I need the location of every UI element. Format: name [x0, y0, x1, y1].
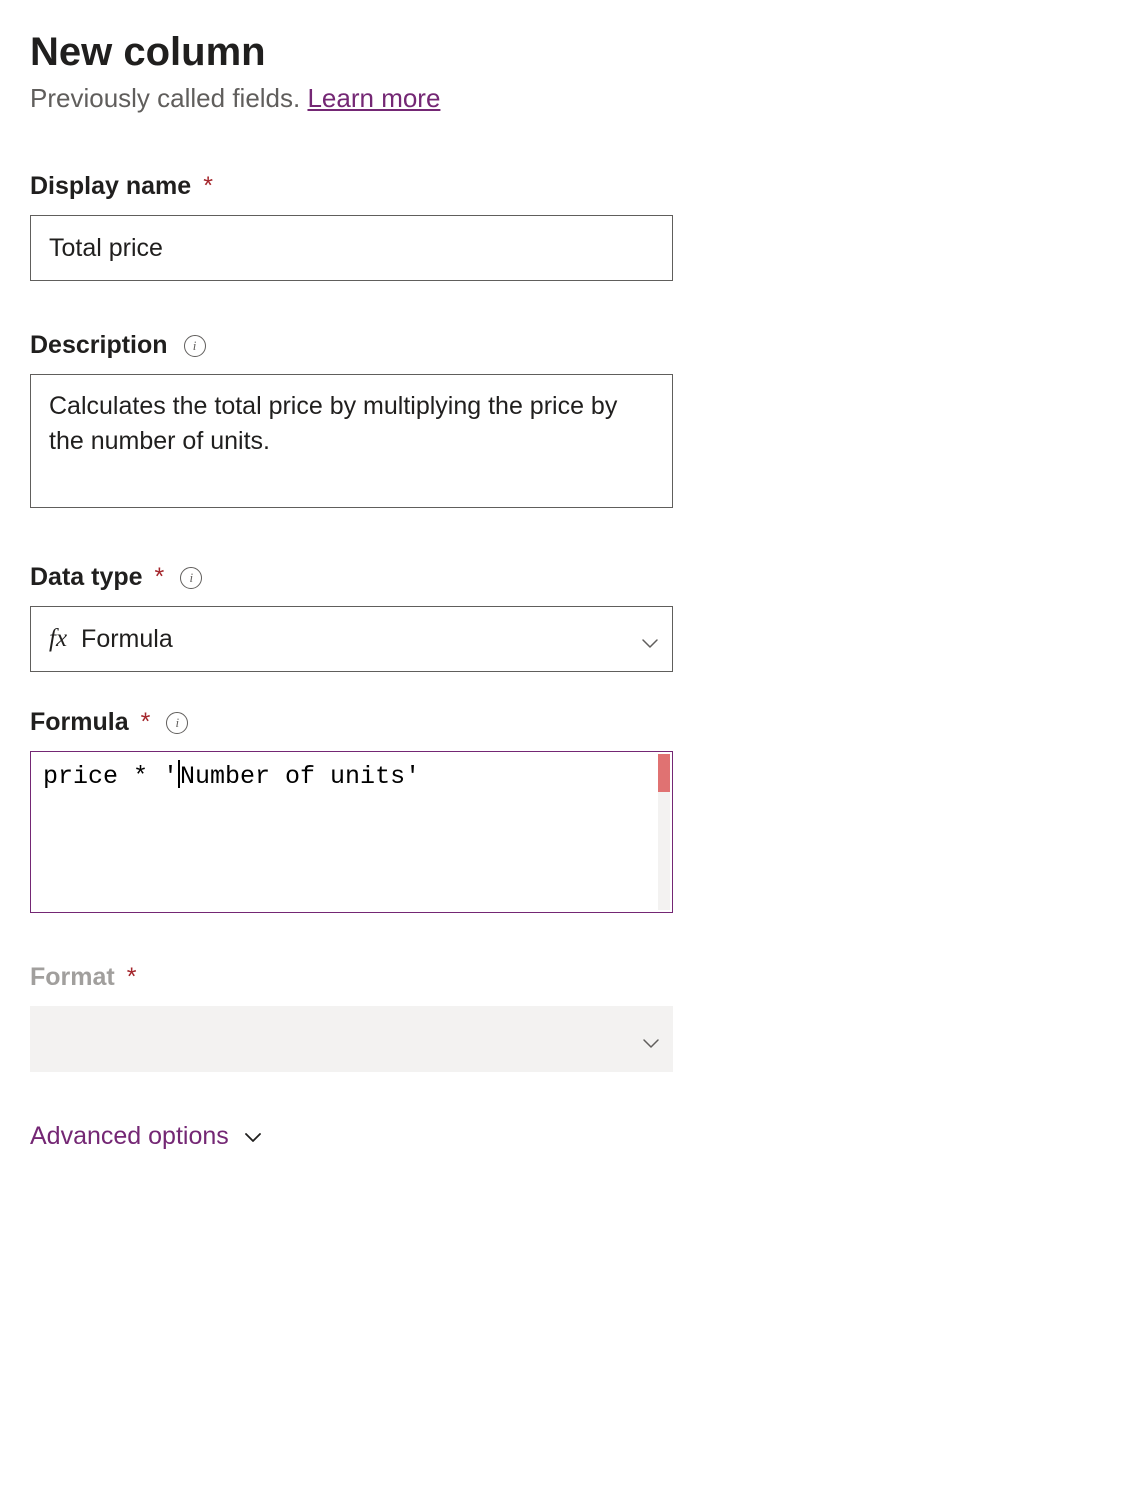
- data-type-label-row: Data type * i: [30, 563, 1110, 592]
- info-icon[interactable]: i: [180, 567, 202, 589]
- scrollbar-thumb[interactable]: [658, 754, 670, 792]
- data-type-select[interactable]: fx Formula: [30, 606, 673, 672]
- display-name-label-row: Display name *: [30, 172, 1110, 201]
- required-indicator: *: [203, 172, 213, 201]
- info-icon[interactable]: i: [184, 335, 206, 357]
- display-name-group: Display name *: [30, 172, 1110, 281]
- formula-group: Formula * i price * 'Number of units': [30, 708, 1110, 913]
- text-cursor: [178, 760, 180, 788]
- description-label: Description: [30, 331, 168, 360]
- required-indicator: *: [127, 963, 137, 992]
- data-type-label: Data type: [30, 563, 143, 592]
- fx-icon: fx: [49, 625, 67, 653]
- subtitle-text: Previously called fields.: [30, 83, 300, 113]
- format-select[interactable]: [30, 1006, 673, 1072]
- formula-label: Formula: [30, 708, 129, 737]
- chevron-down-icon: [241, 1125, 265, 1149]
- format-label: Format: [30, 963, 115, 992]
- chevron-down-icon: [639, 1031, 655, 1047]
- description-input[interactable]: Calculates the total price by multiplyin…: [30, 374, 673, 508]
- display-name-input[interactable]: [30, 215, 673, 281]
- formula-label-row: Formula * i: [30, 708, 1110, 737]
- subtitle-row: Previously called fields. Learn more: [30, 83, 1110, 114]
- display-name-label: Display name: [30, 172, 191, 201]
- data-type-group: Data type * i fx Formula: [30, 563, 1110, 672]
- required-indicator: *: [141, 708, 151, 737]
- advanced-options-toggle[interactable]: Advanced options: [30, 1122, 1110, 1151]
- description-label-row: Description i: [30, 331, 1110, 360]
- page-title: New column: [30, 30, 1110, 75]
- format-label-row: Format *: [30, 963, 1110, 992]
- data-type-value: Formula: [81, 625, 173, 654]
- formula-text-pre: price * ': [43, 762, 178, 791]
- description-group: Description i Calculates the total price…: [30, 331, 1110, 513]
- formula-text-post: Number of units': [180, 762, 420, 791]
- learn-more-link[interactable]: Learn more: [307, 83, 440, 113]
- formula-input[interactable]: price * 'Number of units': [30, 751, 673, 913]
- info-icon[interactable]: i: [166, 712, 188, 734]
- formula-content: price * 'Number of units': [31, 752, 672, 801]
- advanced-options-label: Advanced options: [30, 1122, 229, 1151]
- required-indicator: *: [155, 563, 165, 592]
- format-group: Format *: [30, 963, 1110, 1072]
- chevron-down-icon: [638, 631, 654, 647]
